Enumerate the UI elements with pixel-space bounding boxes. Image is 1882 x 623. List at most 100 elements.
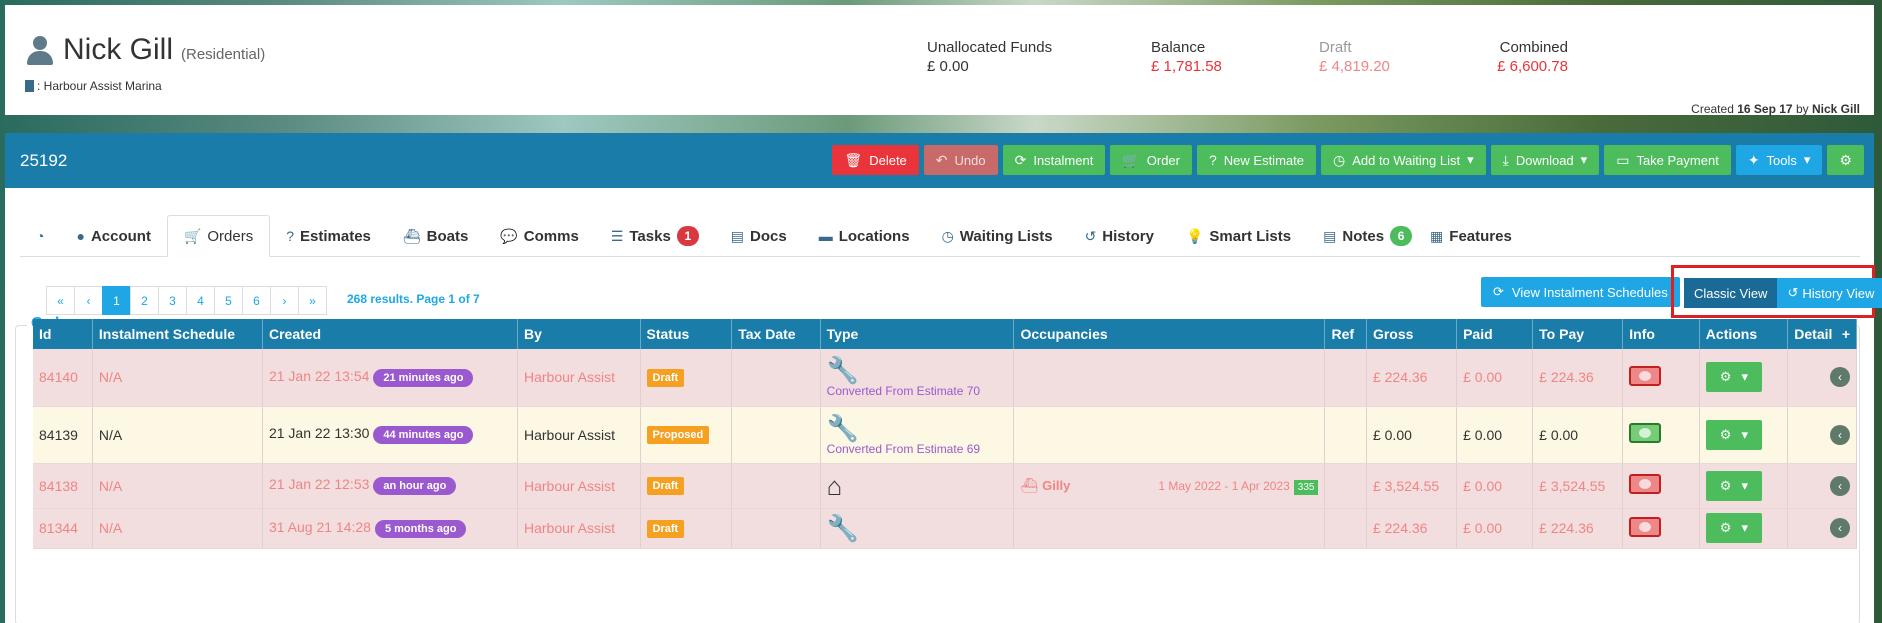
- tab-locations[interactable]: ▬ Locations: [803, 215, 926, 257]
- settings-button[interactable]: ⚙: [1827, 145, 1864, 175]
- chevron-left-icon[interactable]: ‹: [1830, 475, 1850, 496]
- tab-tasks[interactable]: ☰ Tasks 1: [595, 215, 715, 257]
- cell-gross: £ 224.36: [1366, 349, 1458, 407]
- tools-button[interactable]: ✦ Tools ▾: [1735, 145, 1823, 175]
- button-label: Undo: [954, 152, 986, 168]
- button-label: History View: [1802, 285, 1875, 301]
- col-type[interactable]: Type: [820, 319, 1015, 349]
- table-row[interactable]: 84139 N/A 21 Jan 22 13:30 44 minutes ago …: [33, 406, 1857, 464]
- fund-label: Combined: [1499, 39, 1568, 56]
- fund-value: £ 0.00: [927, 58, 969, 75]
- cell-created: 31 Aug 21 14:28 5 months ago: [262, 508, 518, 549]
- wand-icon: ✦: [1747, 151, 1760, 168]
- cell-actions: ⚙ ▾: [1699, 406, 1789, 464]
- table-row[interactable]: 81344 N/A 31 Aug 21 14:28 5 months ago Ha…: [33, 508, 1857, 549]
- page-3[interactable]: 3: [158, 286, 187, 315]
- created-date: 16 Sep 17: [1737, 102, 1793, 116]
- cell-type: 🔧: [820, 508, 1015, 549]
- page-2[interactable]: 2: [130, 286, 159, 315]
- col-tax-date[interactable]: Tax Date: [731, 319, 821, 349]
- col-occupancies[interactable]: Occupancies: [1013, 319, 1326, 349]
- tab-dashboard[interactable]: ◔: [20, 215, 60, 257]
- col-paid[interactable]: Paid: [1456, 319, 1534, 349]
- tab-boats[interactable]: ⛴ Boats: [387, 215, 484, 257]
- col-info[interactable]: Info: [1622, 319, 1700, 349]
- view-instalment-schedules-button[interactable]: ⟳ View Instalment Schedules: [1481, 277, 1680, 307]
- chevron-left-icon[interactable]: ‹: [1830, 367, 1850, 388]
- history-view-button[interactable]: ↺ History View: [1777, 278, 1882, 308]
- page-4[interactable]: 4: [186, 286, 215, 315]
- pagination: « ‹ 1 2 3 4 5 6 › »: [46, 286, 327, 315]
- tab-label: Orders: [207, 227, 254, 245]
- view-toggle-group: Classic View ↺ History View: [1684, 278, 1882, 308]
- col-status[interactable]: Status: [640, 319, 733, 349]
- cell-status: Draft: [640, 508, 733, 549]
- row-actions-button[interactable]: ⚙ ▾: [1705, 513, 1762, 543]
- cell-gross: £ 224.36: [1366, 508, 1458, 549]
- cell-tax-date: [731, 406, 821, 464]
- tab-notes[interactable]: ▤ Notes 6: [1307, 215, 1428, 257]
- tab-account[interactable]: ● Account: [60, 215, 166, 257]
- classic-view-button[interactable]: Classic View: [1684, 278, 1778, 308]
- cell-status: Draft: [640, 349, 733, 407]
- page-first[interactable]: «: [46, 286, 75, 315]
- row-actions-button[interactable]: ⚙ ▾: [1705, 362, 1762, 393]
- row-actions-button[interactable]: ⚙ ▾: [1705, 470, 1762, 501]
- tab-comms[interactable]: 💬 Comms: [484, 215, 594, 257]
- marina-name[interactable]: : Harbour Assist Marina: [37, 79, 162, 93]
- take-payment-button[interactable]: ▭ Take Payment: [1604, 145, 1731, 175]
- tab-features[interactable]: ▦ Features: [1428, 215, 1528, 257]
- tab-smart-lists[interactable]: 💡 Smart Lists: [1170, 215, 1307, 257]
- page-next[interactable]: ›: [270, 286, 299, 315]
- table-row[interactable]: 84138 N/A 21 Jan 22 12:53 an hour ago Har…: [33, 463, 1857, 509]
- cell-occupancies: [1013, 508, 1326, 549]
- page-1[interactable]: 1: [102, 286, 131, 315]
- money-icon[interactable]: [1629, 474, 1662, 494]
- tab-label: Boats: [426, 227, 469, 245]
- order-button[interactable]: 🛒 Order: [1110, 145, 1192, 175]
- add-to-waiting-list-button[interactable]: ◷ Add to Waiting List ▾: [1320, 145, 1486, 175]
- chevron-left-icon[interactable]: ‹: [1830, 424, 1850, 445]
- notes-count-badge: 6: [1390, 226, 1413, 246]
- converted-link[interactable]: Converted From Estimate 69: [827, 442, 1008, 456]
- col-by[interactable]: By: [517, 319, 641, 349]
- col-gross[interactable]: Gross: [1366, 319, 1458, 349]
- page-6[interactable]: 6: [242, 286, 271, 315]
- money-icon[interactable]: [1629, 365, 1662, 386]
- new-estimate-button[interactable]: ? New Estimate: [1196, 145, 1316, 175]
- caret-down-icon: ▾: [1803, 152, 1811, 167]
- instalment-button[interactable]: ⟳ Instalment: [1002, 145, 1106, 175]
- col-detail[interactable]: Detail +: [1787, 319, 1857, 349]
- occupancy-dates: 1 May 2022 - 1 Apr 2023: [1158, 478, 1290, 493]
- col-ref[interactable]: Ref: [1324, 319, 1367, 349]
- chevron-left-icon[interactable]: ‹: [1830, 518, 1850, 538]
- boat-name[interactable]: Gilly: [1042, 478, 1070, 493]
- page-prev[interactable]: ‹: [74, 286, 103, 315]
- row-actions-button[interactable]: ⚙ ▾: [1705, 419, 1762, 450]
- cell-id: 84138: [33, 463, 93, 509]
- col-instalment-schedule[interactable]: Instalment Schedule: [92, 319, 263, 349]
- page-last[interactable]: »: [298, 286, 327, 315]
- tab-docs[interactable]: ▤ Docs: [715, 215, 803, 257]
- delete-button[interactable]: 🗑 Delete: [832, 145, 919, 175]
- col-to-pay[interactable]: To Pay: [1532, 319, 1624, 349]
- col-actions[interactable]: Actions: [1699, 319, 1789, 349]
- table-row[interactable]: 84140 N/A 21 Jan 22 13:54 21 minutes ago …: [33, 349, 1857, 407]
- tab-estimates[interactable]: ? Estimates: [270, 215, 387, 257]
- col-id[interactable]: Id: [33, 319, 93, 349]
- clock-icon: ◷: [941, 227, 954, 244]
- col-created[interactable]: Created: [262, 319, 518, 349]
- download-button[interactable]: ⤓ Download ▾: [1490, 145, 1600, 175]
- refresh-icon: ⟳: [1493, 284, 1504, 299]
- converted-link[interactable]: Converted From Estimate 70: [827, 384, 1008, 398]
- tab-waiting-lists[interactable]: ◷ Waiting Lists: [926, 215, 1069, 257]
- download-icon: ⤓: [1502, 151, 1509, 168]
- tab-orders[interactable]: 🛒 Orders: [166, 215, 271, 257]
- money-icon[interactable]: [1629, 423, 1662, 443]
- plus-icon[interactable]: +: [1842, 326, 1850, 342]
- money-icon[interactable]: [1629, 516, 1662, 537]
- undo-button[interactable]: ↶ Undo: [923, 145, 998, 175]
- page-5[interactable]: 5: [214, 286, 243, 315]
- tab-history[interactable]: ↺ History: [1069, 215, 1170, 257]
- note-icon: ▤: [1323, 227, 1337, 244]
